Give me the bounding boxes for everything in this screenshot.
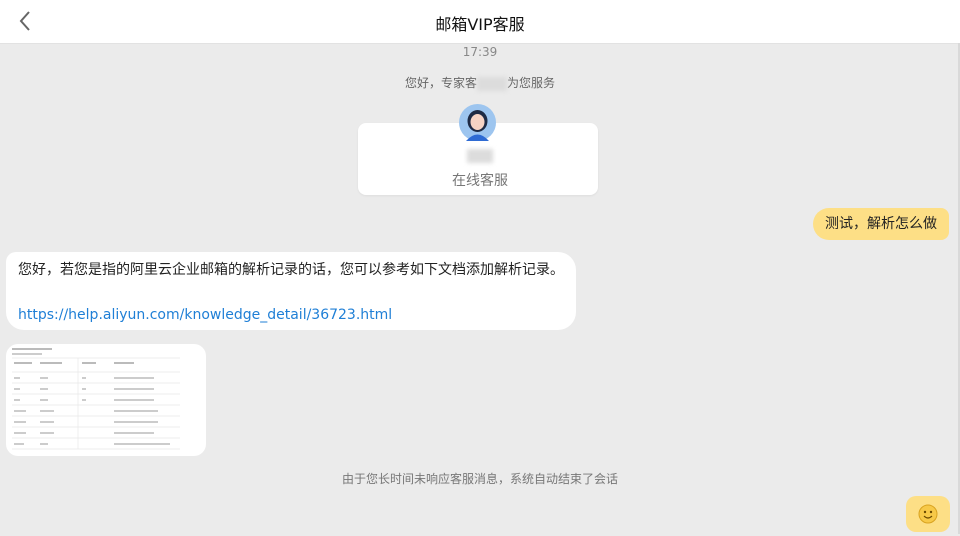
greeting-prefix: 您好，专家客 [404, 76, 477, 90]
table-screenshot-image [12, 348, 180, 450]
agent-avatar-icon [459, 104, 496, 141]
agent-name-redacted [0, 148, 960, 163]
image-attachment-thumbnail[interactable] [6, 344, 206, 456]
chat-timestamp: 17:39 [462, 45, 498, 59]
emoji-button[interactable] [906, 496, 950, 532]
help-doc-link[interactable]: https://help.aliyun.com/knowledge_detail… [18, 306, 392, 324]
greeting-suffix: 为您服务 [507, 76, 556, 90]
smiley-icon [918, 504, 938, 524]
agent-message-text: 您好，若您是指的阿里云企业邮箱的解析记录的话，您可以参考如下文档添加解析记录。 [18, 262, 564, 278]
page-title: 邮箱VIP客服 [435, 15, 525, 34]
agent-message-bubble: 您好，若您是指的阿里云企业邮箱的解析记录的话，您可以参考如下文档添加解析记录。 … [6, 252, 576, 330]
redacted-name [477, 76, 507, 91]
user-message-bubble: 测试，解析怎么做 [813, 208, 949, 240]
session-ended-notice: 由于您长时间未响应客服消息，系统自动结束了会话 [341, 472, 618, 486]
agent-role: 在线客服 [452, 173, 508, 189]
service-greeting: 您好，专家客 为您服务 [0, 74, 960, 91]
app-header: 邮箱VIP客服 [0, 0, 960, 44]
